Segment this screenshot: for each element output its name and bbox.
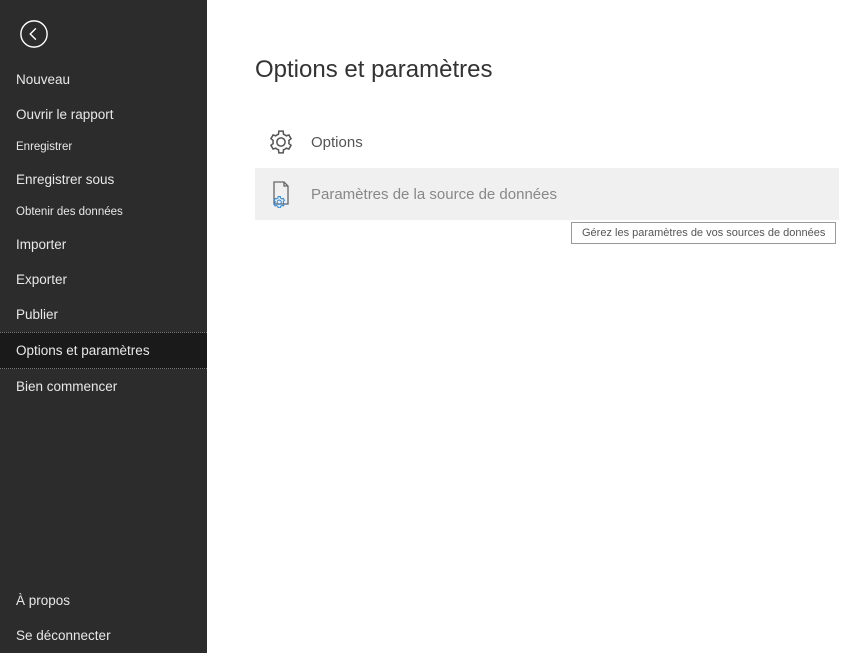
back-button[interactable] [14, 14, 54, 54]
sidebar-item-label: Ouvrir le rapport [16, 107, 114, 122]
document-gear-icon [267, 180, 295, 208]
sidebar-item-enregistrer-sous[interactable]: Enregistrer sous [0, 162, 207, 197]
sidebar-item-options-parametres[interactable]: Options et paramètres [0, 332, 207, 369]
datasource-label: Paramètres de la source de données [311, 186, 557, 203]
sidebar-bottom: À propos Se déconnecter [0, 583, 207, 653]
sidebar-item-label: Enregistrer [16, 141, 72, 153]
sidebar-item-label: Exporter [16, 272, 67, 287]
options-label: Options [311, 134, 363, 151]
page-title: Options et paramètres [255, 56, 843, 84]
back-arrow-icon [19, 19, 49, 49]
datasource-settings-row[interactable]: Paramètres de la source de données [255, 168, 839, 220]
sidebar: Nouveau Ouvrir le rapport Enregistrer En… [0, 0, 207, 653]
options-row[interactable]: Options [255, 116, 839, 168]
sidebar-item-deconnecter[interactable]: Se déconnecter [0, 618, 207, 653]
sidebar-item-label: Nouveau [16, 72, 70, 87]
sidebar-item-label: Se déconnecter [16, 628, 111, 643]
sidebar-item-obtenir-donnees[interactable]: Obtenir des données [0, 197, 207, 227]
sidebar-item-ouvrir[interactable]: Ouvrir le rapport [0, 97, 207, 132]
sidebar-item-label: Obtenir des données [16, 206, 123, 218]
main-panel: Options et paramètres Options Paramètres… [207, 0, 843, 653]
tooltip: Gérez les paramètres de vos sources de d… [571, 222, 836, 244]
sidebar-item-label: Importer [16, 237, 66, 252]
sidebar-item-nouveau[interactable]: Nouveau [0, 62, 207, 97]
sidebar-item-label: Publier [16, 307, 58, 322]
sidebar-item-exporter[interactable]: Exporter [0, 262, 207, 297]
sidebar-item-publier[interactable]: Publier [0, 297, 207, 332]
gear-icon [267, 128, 295, 156]
sidebar-item-bien-commencer[interactable]: Bien commencer [0, 369, 207, 404]
sidebar-item-enregistrer[interactable]: Enregistrer [0, 132, 207, 162]
sidebar-items: Nouveau Ouvrir le rapport Enregistrer En… [0, 62, 207, 404]
sidebar-item-label: Enregistrer sous [16, 172, 114, 187]
sidebar-item-label: À propos [16, 593, 70, 608]
sidebar-item-importer[interactable]: Importer [0, 227, 207, 262]
sidebar-item-label: Options et paramètres [16, 343, 150, 358]
sidebar-item-a-propos[interactable]: À propos [0, 583, 207, 618]
sidebar-item-label: Bien commencer [16, 379, 117, 394]
